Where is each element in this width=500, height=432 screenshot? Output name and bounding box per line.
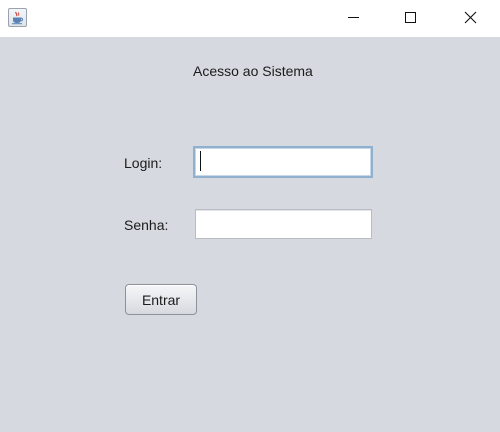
login-submit-button[interactable]: Entrar — [125, 284, 197, 315]
java-coffee-cup-icon — [8, 8, 27, 27]
text-caret — [200, 151, 201, 171]
form-title: Acesso ao Sistema — [193, 63, 313, 79]
login-window: Acesso ao Sistema Login: Senha: Entrar — [0, 0, 500, 432]
login-input[interactable] — [193, 146, 373, 178]
minimize-button[interactable] — [330, 0, 376, 37]
minimize-icon — [348, 17, 359, 18]
close-icon — [464, 11, 477, 24]
login-label: Login: — [124, 155, 163, 171]
maximize-icon — [405, 12, 416, 23]
password-label: Senha: — [124, 217, 169, 233]
password-input[interactable] — [195, 209, 372, 239]
close-button[interactable] — [447, 0, 493, 37]
title-bar[interactable] — [0, 0, 500, 37]
maximize-button[interactable] — [387, 0, 433, 37]
